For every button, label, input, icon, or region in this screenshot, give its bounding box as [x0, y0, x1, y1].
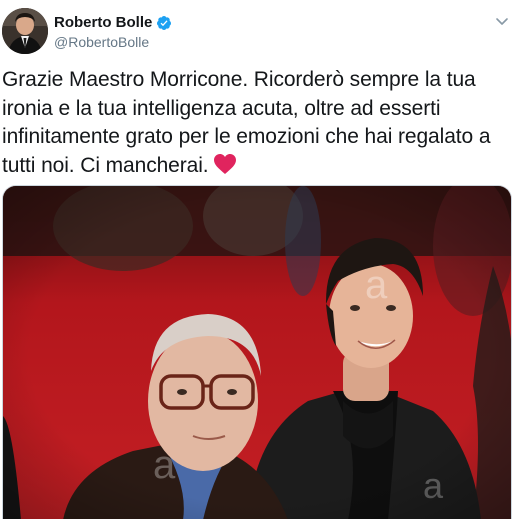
display-name-row: Roberto Bolle [54, 13, 172, 32]
tweet-photo[interactable]: a a a [2, 185, 512, 519]
red-heart-icon [213, 153, 237, 184]
tweet-text: Grazie Maestro Morricone. Ricorderò semp… [2, 68, 491, 177]
tweet-text-block: Grazie Maestro Morricone. Ricorderò semp… [2, 66, 498, 183]
tweet-header: Roberto Bolle @RobertoBolle [0, 0, 524, 58]
verified-badge-icon [156, 15, 172, 31]
author-handle[interactable]: @RobertoBolle [54, 33, 172, 51]
tweet-card[interactable]: Roberto Bolle @RobertoBolle Grazie Maest… [0, 0, 524, 519]
author-names[interactable]: Roberto Bolle @RobertoBolle [54, 13, 172, 51]
avatar[interactable] [2, 8, 48, 54]
display-name[interactable]: Roberto Bolle [54, 13, 152, 32]
chevron-down-icon[interactable] [494, 13, 510, 29]
